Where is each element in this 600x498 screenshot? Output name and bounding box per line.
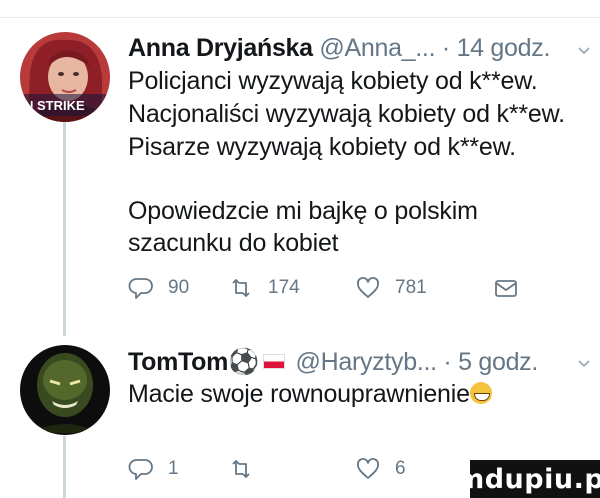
reply-icon [128, 278, 153, 299]
grinning-face-emoji [469, 382, 492, 404]
reply-icon [128, 459, 153, 480]
soccer-ball-emoji: ⚽ [228, 347, 259, 376]
chevron-down-icon[interactable] [577, 357, 591, 371]
author-name[interactable]: TomTom [128, 348, 228, 376]
chevron-down-icon[interactable] [577, 44, 591, 58]
retweet-icon [232, 460, 250, 478]
retweet-count: 174 [268, 277, 300, 298]
author-name[interactable]: Anna Dryjańska [128, 34, 313, 62]
reply-count: 1 [168, 458, 179, 479]
tweet2-header: TomTom⚽ @Haryztyb... · 5 godz. [128, 347, 538, 377]
watermark-logo: mdupiu.pl [456, 460, 600, 498]
tweet-text-line: Opowiedzcie mi bajkę o polskim [128, 197, 478, 225]
tweet1-actions: 90 174 781 [128, 273, 528, 303]
poland-flag-icon [262, 354, 285, 369]
author-handle[interactable]: @Anna_... [319, 34, 435, 62]
author-handle[interactable]: @Haryztyb... [296, 348, 438, 376]
thread-connector-line [63, 436, 66, 498]
tweet-text-line: Nacjonaliści wyzywają kobiety od k**ew. [128, 100, 565, 128]
thread-connector-line [63, 118, 66, 336]
separator-dot: · [441, 34, 450, 62]
separator-dot: · [443, 348, 452, 376]
avatar-anna[interactable]: N STRIKE [20, 32, 110, 122]
like-count: 6 [395, 458, 406, 479]
tweet-text-line: Policjanci wyzywają kobiety od k**ew. [128, 67, 538, 95]
retweet-icon [232, 279, 250, 297]
direct-message-button[interactable] [493, 273, 519, 303]
tweet-text-line: Pisarze wyzywają kobiety od k**ew. [128, 133, 516, 161]
tweet-time[interactable]: 14 godz. [457, 34, 551, 62]
tweet-text: Macie swoje rownouprawnienie [128, 380, 470, 408]
top-divider [0, 17, 600, 18]
reply-button[interactable]: 1 [128, 454, 179, 484]
avatar-badge-text: N STRIKE [24, 98, 85, 113]
tweet1-header: Anna Dryjańska @Anna_... · 14 godz. [128, 34, 550, 63]
avatar-tomtom[interactable] [20, 345, 110, 435]
tweet2-actions: 1 6 [128, 454, 448, 484]
heart-icon [357, 458, 379, 479]
retweet-button[interactable] [228, 454, 268, 484]
tweet-text-line: szacunku do kobiet [128, 229, 339, 257]
reply-button[interactable]: 90 [128, 273, 189, 303]
like-button[interactable]: 781 [355, 273, 427, 303]
envelope-icon [495, 280, 517, 297]
like-button[interactable]: 6 [355, 454, 406, 484]
reply-count: 90 [168, 277, 190, 298]
heart-icon [357, 277, 379, 298]
retweet-button[interactable]: 174 [228, 273, 300, 303]
like-count: 781 [395, 277, 427, 298]
tweet-time[interactable]: 5 godz. [458, 348, 538, 376]
tweet-text-line: Macie swoje rownouprawnienie [128, 380, 492, 409]
